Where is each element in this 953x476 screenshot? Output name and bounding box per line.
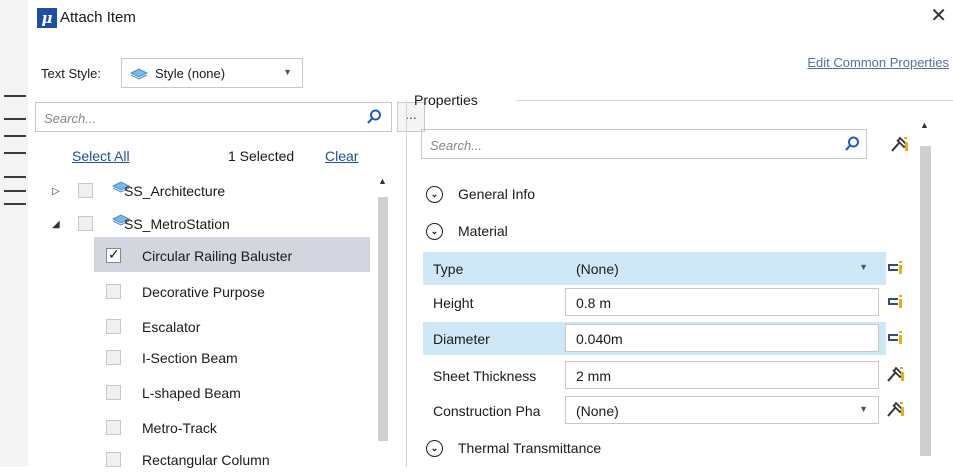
expand-icon[interactable]: ▷ [52,186,60,197]
property-name: Type [433,261,464,277]
list-item-label: Metro-Track [142,420,217,436]
diameter-field[interactable]: 0.040m [565,324,879,352]
select-all-link[interactable]: Select All [72,148,130,164]
scroll-up-icon[interactable]: ▲ [378,176,387,186]
divider [516,100,953,101]
properties-search-input[interactable]: Search... [421,129,867,159]
search-icon[interactable] [844,136,860,152]
property-value: (None) [576,261,619,277]
property-value: 0.8 m [576,295,612,311]
list-item-label: L-shaped Beam [142,385,241,401]
chevron-down-icon[interactable]: ⌄ [426,223,443,240]
background-app-edge [0,0,28,467]
chevron-down-icon: ▼ [859,262,868,272]
list-item-label: Escalator [142,319,201,335]
properties-title: Properties [414,92,478,108]
list-item-label: Circular Railing Baluster [142,248,293,264]
tree-node-label: SS_Architecture [124,183,226,199]
property-name: Construction Pha [433,403,541,419]
sheet-thickness-field[interactable]: 2 mm [565,361,879,389]
property-value: 0.040m [576,331,623,347]
chevron-down-icon: ▼ [859,404,868,414]
property-row-sheet-thickness[interactable]: Sheet Thickness 2 mm [423,359,905,392]
property-name: Sheet Thickness [433,368,537,384]
list-item[interactable]: Decorative Purpose [28,274,368,308]
section-label: General Info [458,186,536,202]
list-item[interactable]: Rectangular Column [28,442,368,476]
property-row-diameter[interactable]: Diameter 0.040m [423,322,902,355]
item-checkbox[interactable] [106,452,121,467]
search-placeholder: Search... [430,138,483,153]
tree-checkbox[interactable] [78,183,93,198]
property-name: Height [433,295,474,311]
clear-link[interactable]: Clear [325,148,358,164]
text-style-label: Text Style: [41,66,101,81]
tree-checkbox[interactable] [78,216,93,231]
height-field[interactable]: 0.8 m [565,288,879,316]
property-row-height[interactable]: Height 0.8 m [423,286,902,319]
chevron-down-icon[interactable]: ⌄ [426,440,443,457]
tree-scrollbar[interactable]: ▲ [375,176,391,467]
property-value: (None) [576,403,619,419]
scrollbar-thumb[interactable] [378,197,388,441]
list-item[interactable]: I-Section Beam [28,340,368,374]
item-search-input[interactable]: Search... [35,102,392,132]
link-property-icon[interactable] [886,292,904,310]
property-name: Diameter [433,331,490,347]
property-row-type[interactable]: Type (None) ▼ [423,252,902,285]
selected-count: 1 Selected [228,148,295,164]
dialog-title: Attach Item [60,9,136,26]
chevron-down-icon[interactable]: ⌄ [426,186,443,203]
app-logo-icon: μ [37,8,57,28]
list-item[interactable]: Circular Railing Baluster [28,238,368,272]
type-select[interactable]: (None) ▼ [565,254,879,282]
pin-property-icon[interactable] [886,400,906,418]
property-row-construction-phase[interactable]: Construction Pha (None) ▼ [423,394,905,427]
item-checkbox[interactable] [106,246,121,263]
layer-icon [130,68,148,80]
scrollbar-thumb[interactable] [920,146,931,456]
search-icon[interactable] [366,109,382,125]
item-checkbox[interactable] [106,319,121,334]
attach-item-dialog: μ Attach Item ✕ Edit Common Properties T… [28,0,953,468]
close-button[interactable]: ✕ [930,6,947,26]
scroll-up-icon[interactable]: ▲ [920,120,929,130]
list-item[interactable]: Escalator [28,309,368,343]
item-checkbox[interactable] [106,385,121,400]
link-property-icon[interactable] [886,258,904,276]
pin-toggle-icon[interactable] [890,135,910,153]
tree-node-label: SS_MetroStation [124,216,230,232]
section-label: Material [458,223,508,239]
list-item-label: Rectangular Column [142,452,270,468]
text-style-value: Style (none) [155,66,226,81]
list-item[interactable]: L-shaped Beam [28,375,368,409]
pin-property-icon[interactable] [886,365,906,383]
list-item[interactable]: Metro-Track [28,410,368,444]
chevron-down-icon: ▼ [283,67,292,77]
collapse-icon[interactable]: ◢ [52,219,60,230]
item-checkbox[interactable] [106,420,121,435]
item-checkbox[interactable] [106,284,121,299]
text-style-select[interactable]: Style (none) ▼ [121,58,303,88]
tree-node-ss-architecture[interactable]: ▷ SS_Architecture [28,177,368,211]
list-item-label: Decorative Purpose [142,284,265,300]
link-property-icon[interactable] [886,328,904,346]
item-checkbox[interactable] [106,350,121,365]
section-label: Thermal Transmittance [458,440,602,456]
construction-phase-select[interactable]: (None) ▼ [565,396,879,424]
edit-common-properties-link[interactable]: Edit Common Properties [807,55,949,70]
list-item-label: I-Section Beam [142,350,238,366]
search-placeholder: Search... [44,111,97,126]
properties-scrollbar[interactable]: ▲ [917,120,933,467]
property-value: 2 mm [576,368,611,384]
